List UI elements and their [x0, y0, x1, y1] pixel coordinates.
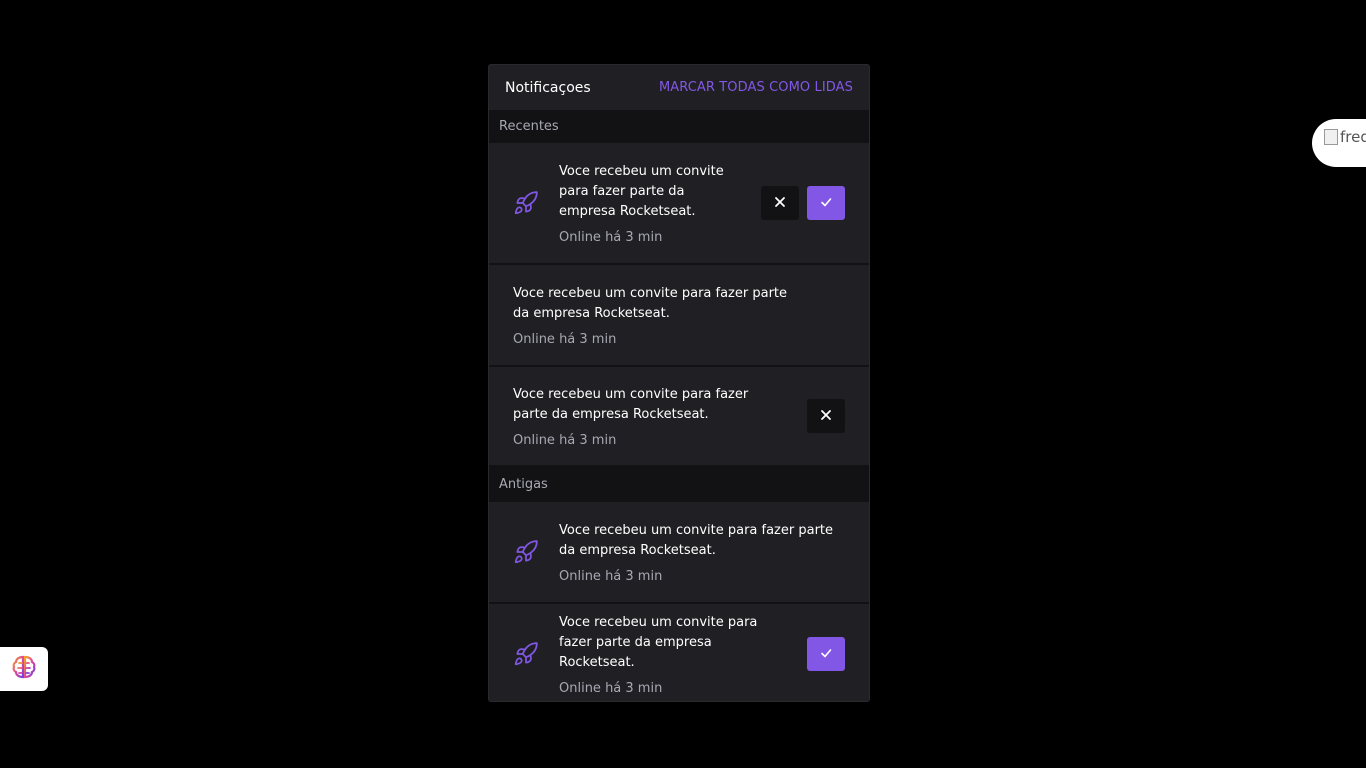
notification-time: Online há 3 min: [513, 331, 617, 347]
notifications-panel: Notificaçoes MARCAR TODAS COMO LIDAS Rec…: [488, 64, 870, 702]
accept-button[interactable]: [807, 637, 845, 671]
panel-header: Notificaçoes MARCAR TODAS COMO LIDAS: [489, 65, 869, 110]
notification-body: Voce recebeu um convite para fazer parte…: [559, 613, 791, 696]
notification-text: Voce recebeu um convite para fazer parte…: [559, 614, 758, 670]
rocket-icon: [513, 190, 539, 216]
reject-button[interactable]: [807, 399, 845, 433]
notification-body: Voce recebeu um convite para fazer parte…: [559, 521, 845, 584]
brain-icon: [10, 653, 38, 685]
check-icon: [819, 195, 833, 212]
mark-all-read-button[interactable]: MARCAR TODAS COMO LIDAS: [659, 80, 853, 95]
notification-time: Online há 3 min: [559, 568, 663, 584]
notification-actions: [761, 186, 845, 220]
reject-button[interactable]: [761, 186, 799, 220]
notification-text: Voce recebeu um convite para fazer parte…: [513, 386, 749, 422]
notification-body: Voce recebeu um convite para fazer parte…: [513, 284, 845, 347]
notification-item: Voce recebeu um convite para fazer parte…: [489, 143, 869, 265]
avatar: fred: [1324, 129, 1366, 145]
notification-item: Voce recebeu um convite para fazer parte…: [489, 604, 869, 701]
notification-time: Online há 3 min: [513, 432, 617, 448]
close-icon: [819, 408, 833, 425]
section-label-old: Antigas: [489, 467, 869, 502]
check-icon: [819, 646, 833, 663]
notification-body: Voce recebeu um convite para fazer parte…: [513, 385, 791, 448]
floating-extension-button[interactable]: [0, 647, 48, 691]
rocket-icon: [513, 641, 539, 667]
notification-actions: [807, 637, 845, 671]
accept-button[interactable]: [807, 186, 845, 220]
floating-avatar-widget[interactable]: fred: [1312, 119, 1366, 167]
notification-text: Voce recebeu um convite para fazer parte…: [559, 522, 834, 558]
notification-time: Online há 3 min: [559, 229, 663, 245]
notification-text: Voce recebeu um convite para fazer parte…: [513, 285, 788, 321]
panel-title: Notificaçoes: [505, 79, 591, 96]
notification-body: Voce recebeu um convite para fazer parte…: [559, 162, 745, 245]
notification-item: Voce recebeu um convite para fazer parte…: [489, 265, 869, 367]
notification-item: Voce recebeu um convite para fazer parte…: [489, 502, 869, 604]
notification-actions: [807, 399, 845, 433]
close-icon: [773, 195, 787, 212]
section-label-recent: Recentes: [489, 110, 869, 143]
broken-image-icon: [1324, 129, 1338, 145]
notification-item: Voce recebeu um convite para fazer parte…: [489, 367, 869, 467]
notification-text: Voce recebeu um convite para fazer parte…: [559, 163, 724, 219]
avatar-alt-text: fred: [1340, 128, 1366, 146]
rocket-icon: [513, 539, 539, 565]
notification-time: Online há 3 min: [559, 680, 663, 696]
